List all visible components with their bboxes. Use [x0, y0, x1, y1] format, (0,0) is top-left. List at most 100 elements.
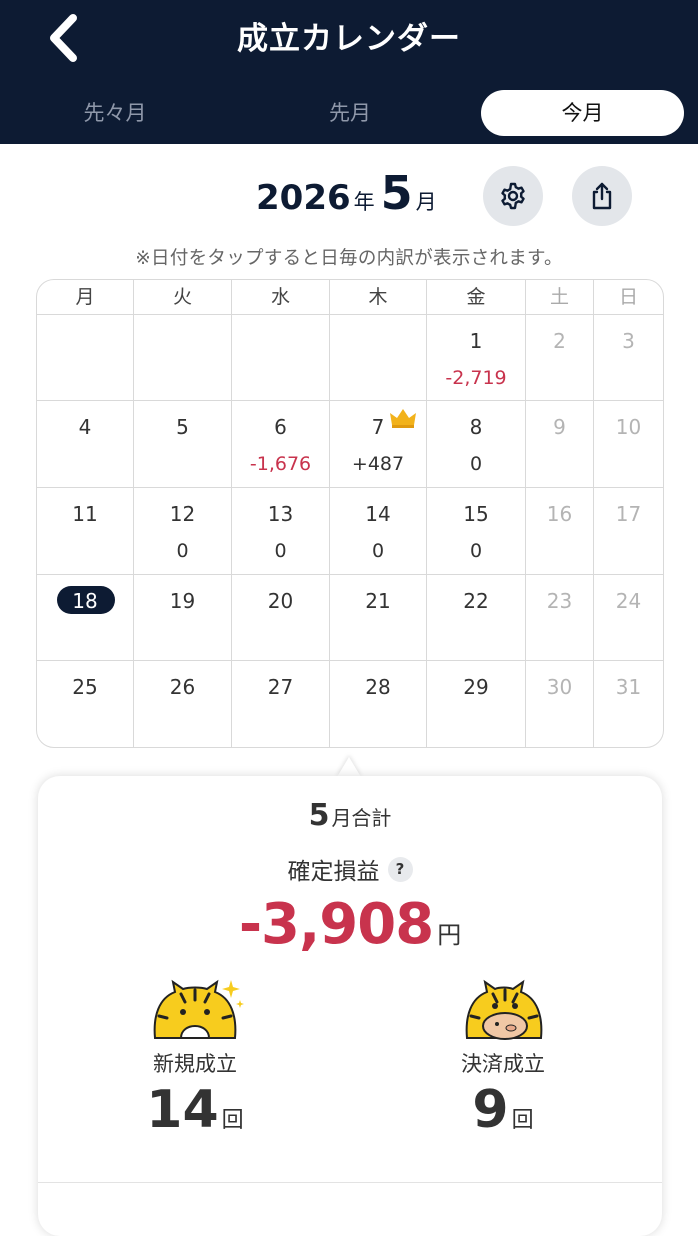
pl-label: 確定損益 [287, 859, 380, 885]
weekday-label: 木 [330, 280, 427, 314]
day-number: 5 [176, 415, 189, 439]
help-icon[interactable]: ? [387, 856, 413, 882]
calendar-day-21[interactable]: 21 [330, 575, 427, 661]
settings-button[interactable] [483, 166, 543, 226]
app-header: 成立カレンダー 先々月 先月 今月 [0, 0, 698, 144]
day-profit-value: 0 [274, 540, 287, 562]
day-number: 22 [463, 589, 489, 613]
day-number: 27 [267, 675, 294, 699]
tiger-mascot-sparkle-icon [153, 979, 244, 1039]
day-number: 15 [463, 502, 489, 526]
day-number: 13 [267, 502, 294, 526]
calendar-day-28[interactable]: 28 [330, 661, 427, 747]
day-profit-value: 0 [469, 453, 483, 475]
calendar-day-24[interactable]: 24 [594, 575, 663, 661]
calendar-day-2[interactable]: 2 [526, 315, 594, 401]
tiger-mascot-piggybank-icon [465, 979, 543, 1040]
day-number: 18 [72, 589, 98, 613]
calendar-day-26[interactable]: 26 [134, 661, 232, 747]
calendar-day-4[interactable]: 4 [37, 401, 134, 488]
calendar-day-23[interactable]: 23 [526, 575, 594, 661]
card-pointer [337, 757, 361, 777]
summary-title-suffix: 月合計 [331, 806, 392, 830]
calendar-day-16[interactable]: 16 [526, 488, 594, 575]
day-profit-value: -2,719 [445, 367, 507, 389]
day-number: 2 [553, 329, 566, 353]
day-number: 25 [72, 675, 98, 699]
calendar-day-30[interactable]: 30 [526, 661, 594, 747]
calendar-day-3[interactable]: 3 [594, 315, 663, 401]
day-profit-value: 0 [469, 540, 483, 562]
pl-value-row: -3,908 円 [38, 892, 662, 957]
calendar-day-17[interactable]: 17 [594, 488, 663, 575]
day-number: 29 [463, 675, 489, 699]
day-number: 20 [267, 589, 294, 613]
calendar-day-27[interactable]: 27 [232, 661, 330, 747]
calendar-empty-cell [232, 315, 330, 401]
calendar-empty-cell [37, 315, 134, 401]
tab-this-month[interactable]: 今月 [481, 90, 684, 136]
new-trades-unit: 回 [221, 1108, 244, 1133]
day-number: 24 [615, 589, 642, 613]
calendar-day-8[interactable]: 80 [427, 401, 526, 488]
tab-last-month[interactable]: 先月 [275, 90, 425, 136]
calendar-empty-cell [134, 315, 232, 401]
month-value: 5 [380, 166, 413, 220]
calendar-day-18[interactable]: 18 [37, 575, 134, 661]
calendar-empty-cell [330, 315, 427, 401]
weekday-label: 金 [427, 280, 526, 314]
summary-title: 5 月合計 [38, 798, 662, 833]
calendar-day-12[interactable]: 12 0 [134, 488, 232, 575]
calendar-day-13[interactable]: 13 0 [232, 488, 330, 575]
calendar-day-10[interactable]: 10 [594, 401, 663, 488]
day-number: 19 [169, 589, 196, 613]
tab-two-months-ago[interactable]: 先々月 [40, 90, 190, 136]
calendar-day-11[interactable]: 11 [37, 488, 134, 575]
calendar-hint: ※日付をタップすると日毎の内訳が表示されます。 [135, 248, 563, 269]
day-profit-value: -1,676 [249, 453, 312, 475]
calendar-day-22[interactable]: 22 [427, 575, 526, 661]
calendar-day-31[interactable]: 31 [594, 661, 663, 747]
page-title: 成立カレンダー [237, 21, 461, 57]
calendar-day-25[interactable]: 25 [37, 661, 134, 747]
day-number: 8 [469, 415, 483, 439]
day-number: 9 [553, 415, 566, 439]
crown-icon [390, 409, 416, 428]
weekday-label: 火 [134, 280, 232, 314]
monthly-summary-card: 5 月合計 確定損益? -3,908 円 新規成立 14 回 決済成立 9回 [38, 776, 662, 1236]
pl-value: -3,908 [238, 892, 434, 957]
month-heading: 2026 年 5 月 [256, 166, 443, 230]
share-button[interactable] [572, 166, 632, 226]
calendar-day-6[interactable]: 6 -1,676 [232, 401, 330, 488]
new-trades-label: 新規成立 [153, 1052, 237, 1076]
day-number: 3 [622, 329, 635, 353]
calendar-day-29[interactable]: 29 [427, 661, 526, 747]
calendar-day-9[interactable]: 9 [526, 401, 594, 488]
calendar-day-5[interactable]: 5 [134, 401, 232, 488]
calendar-day-19[interactable]: 19 [134, 575, 232, 661]
day-number: 30 [546, 675, 573, 699]
day-number: 17 [615, 502, 642, 526]
day-number: 21 [365, 589, 391, 613]
weekday-label: 土 [526, 280, 594, 314]
calendar-day-20[interactable]: 20 [232, 575, 330, 661]
calendar-day-14[interactable]: 14 0 [330, 488, 427, 575]
day-number: 16 [546, 502, 573, 526]
weekday-header: 月火水木金土 日 [37, 280, 663, 315]
gear-icon [501, 182, 525, 210]
calendar-day-7[interactable]: 7 +487 [330, 401, 427, 488]
calendar-day-15[interactable]: 15 0 [427, 488, 526, 575]
day-profit-value: 0 [371, 540, 385, 562]
card-divider [38, 1182, 662, 1183]
calendar: 月火水木金土日 1 -2,719 2 3 4 5 6 -1,676 7 +487 8 0 9 10 11 12… [36, 279, 664, 748]
day-number: 1 [469, 329, 483, 353]
settled-trades-count: 9 [472, 1080, 509, 1140]
day-number: 26 [169, 675, 196, 699]
calendar-day-1[interactable]: 1 -2,719 [427, 315, 526, 401]
day-number: 12 [169, 502, 196, 526]
summary-month: 5 [308, 798, 330, 833]
day-profit-value: 0 [176, 540, 189, 562]
day-number: 14 [365, 502, 391, 526]
month-tabs: 先々月 先月 今月 [0, 90, 698, 136]
settled-trades-label: 決済成立 [461, 1052, 545, 1076]
